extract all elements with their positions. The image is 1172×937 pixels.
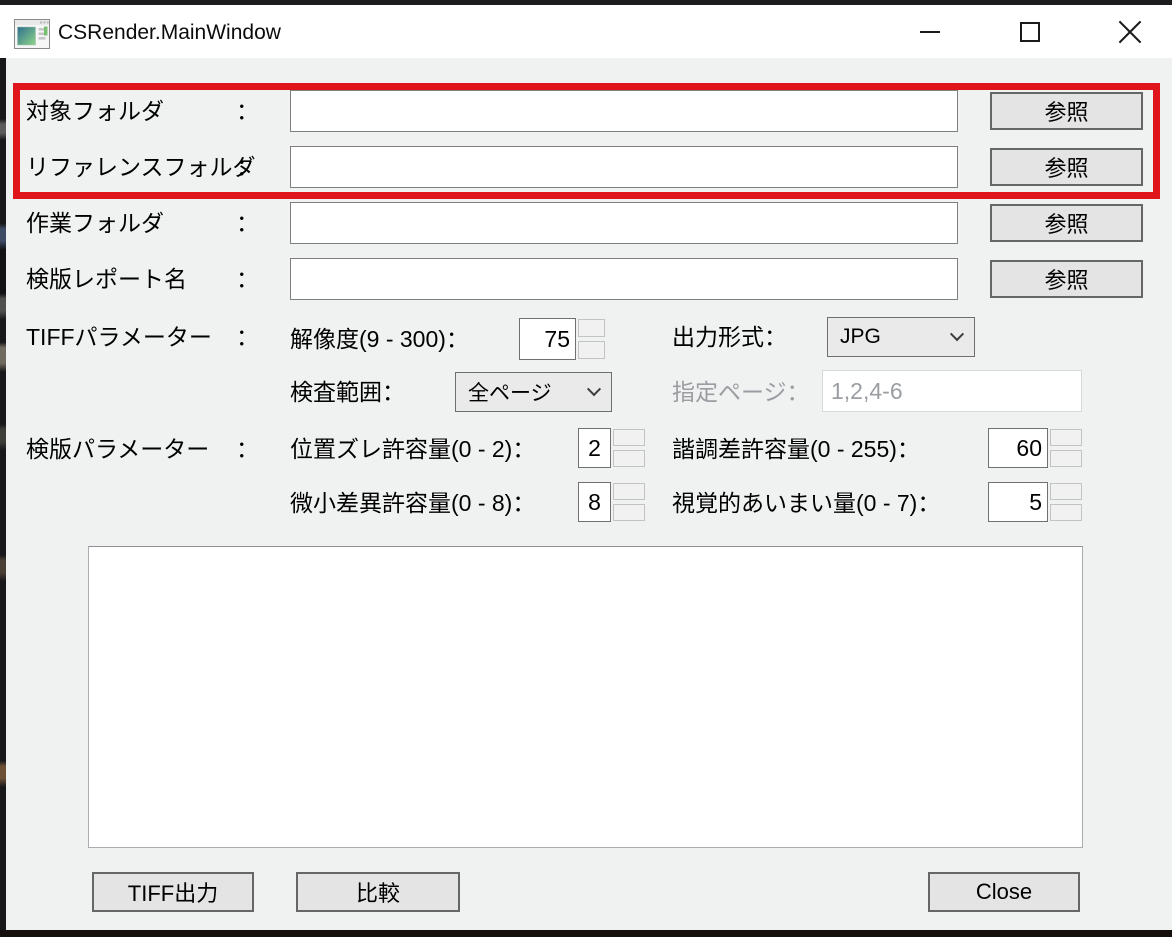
visual-fuzz-label: 視覚的あいまい量(0 - 7)： [672,488,940,518]
close-button[interactable]: Close [928,872,1080,912]
tone-tolerance-label: 諧調差許容量(0 - 255)： [672,434,920,464]
report-name-browse-button[interactable]: 参照 [990,260,1143,298]
spin-down-button[interactable] [613,504,645,521]
resolution-spinner [578,319,605,359]
work-folder-label: 作業フォルダ [26,208,164,238]
spin-down-button[interactable] [1050,504,1082,521]
position-tolerance-input[interactable] [578,428,611,468]
tiff-section-colon: ： [236,322,259,352]
work-folder-colon: ： [236,208,259,238]
window-title: CSRender.MainWindow [58,21,281,45]
log-output-area[interactable] [88,546,1083,848]
maximize-button[interactable] [997,5,1063,58]
minor-diff-tolerance-label: 微小差異許容量(0 - 8)： [290,488,535,518]
tone-tolerance-spinner [1050,429,1082,467]
application-window: CSRender.MainWindow 対象フォルダ ： 参照 リファレンスフォ… [0,0,1172,937]
scan-range-value: 全ページ [468,377,552,407]
spin-down-button[interactable] [578,341,605,359]
report-name-input[interactable] [290,258,958,300]
output-format-value: JPG [840,325,881,349]
screen-edge-artifact-top [0,0,1172,5]
close-window-button[interactable] [1097,5,1163,58]
target-folder-input[interactable] [290,90,958,132]
visual-fuzz-input[interactable] [988,482,1048,522]
target-folder-label: 対象フォルダ [26,96,164,126]
app-icon [14,19,50,49]
minor-diff-tolerance-spinner [613,483,645,521]
compare-button[interactable]: 比較 [296,872,460,912]
report-name-colon: ： [236,264,259,294]
spin-up-button[interactable] [1050,483,1082,500]
output-format-label: 出力形式： [672,322,787,352]
spin-up-button[interactable] [578,319,605,337]
minor-diff-tolerance-input[interactable] [578,482,611,522]
tone-tolerance-input[interactable] [988,428,1048,468]
output-format-select[interactable]: JPG [827,317,975,357]
position-tolerance-spinner [613,429,645,467]
position-tolerance-label: 位置ズレ許容量(0 - 2)： [290,434,535,464]
reference-folder-label: リファレンスフォルダ [26,152,256,182]
title-bar: CSRender.MainWindow [0,5,1172,58]
work-folder-browse-button[interactable]: 参照 [990,204,1143,242]
pages-label: 指定ページ： [672,377,810,407]
maximize-icon [1020,22,1040,42]
kenpan-section-colon: ： [236,434,259,464]
spin-down-button[interactable] [1050,450,1082,467]
reference-folder-colon: ： [236,152,259,182]
target-folder-browse-button[interactable]: 参照 [990,92,1143,130]
reference-folder-input[interactable] [290,146,958,188]
spin-down-button[interactable] [613,450,645,467]
spin-up-button[interactable] [613,429,645,446]
minimize-icon [920,31,940,33]
work-folder-input[interactable] [290,202,958,244]
spin-up-button[interactable] [613,483,645,500]
chevron-down-icon [587,382,601,396]
chevron-down-icon [950,327,964,341]
pages-input [822,370,1082,412]
report-name-label: 検版レポート名 [26,264,187,294]
visual-fuzz-spinner [1050,483,1082,521]
screen-edge-artifact-left [0,58,6,930]
minimize-button[interactable] [897,5,963,58]
screen-edge-artifact-bottom [0,930,1172,937]
tiff-output-button[interactable]: TIFF出力 [92,872,254,912]
kenpan-section-label: 検版パラメーター [26,434,209,464]
scan-range-select[interactable]: 全ページ [455,372,612,412]
target-folder-colon: ： [236,96,259,126]
close-icon [1117,19,1143,45]
reference-folder-browse-button[interactable]: 参照 [990,148,1143,186]
tiff-section-label: TIFFパラメーター [26,322,212,352]
spin-up-button[interactable] [1050,429,1082,446]
resolution-input[interactable] [519,318,576,360]
scan-range-label: 検査範囲： [290,377,405,407]
resolution-label: 解像度(9 - 300)： [290,324,469,354]
